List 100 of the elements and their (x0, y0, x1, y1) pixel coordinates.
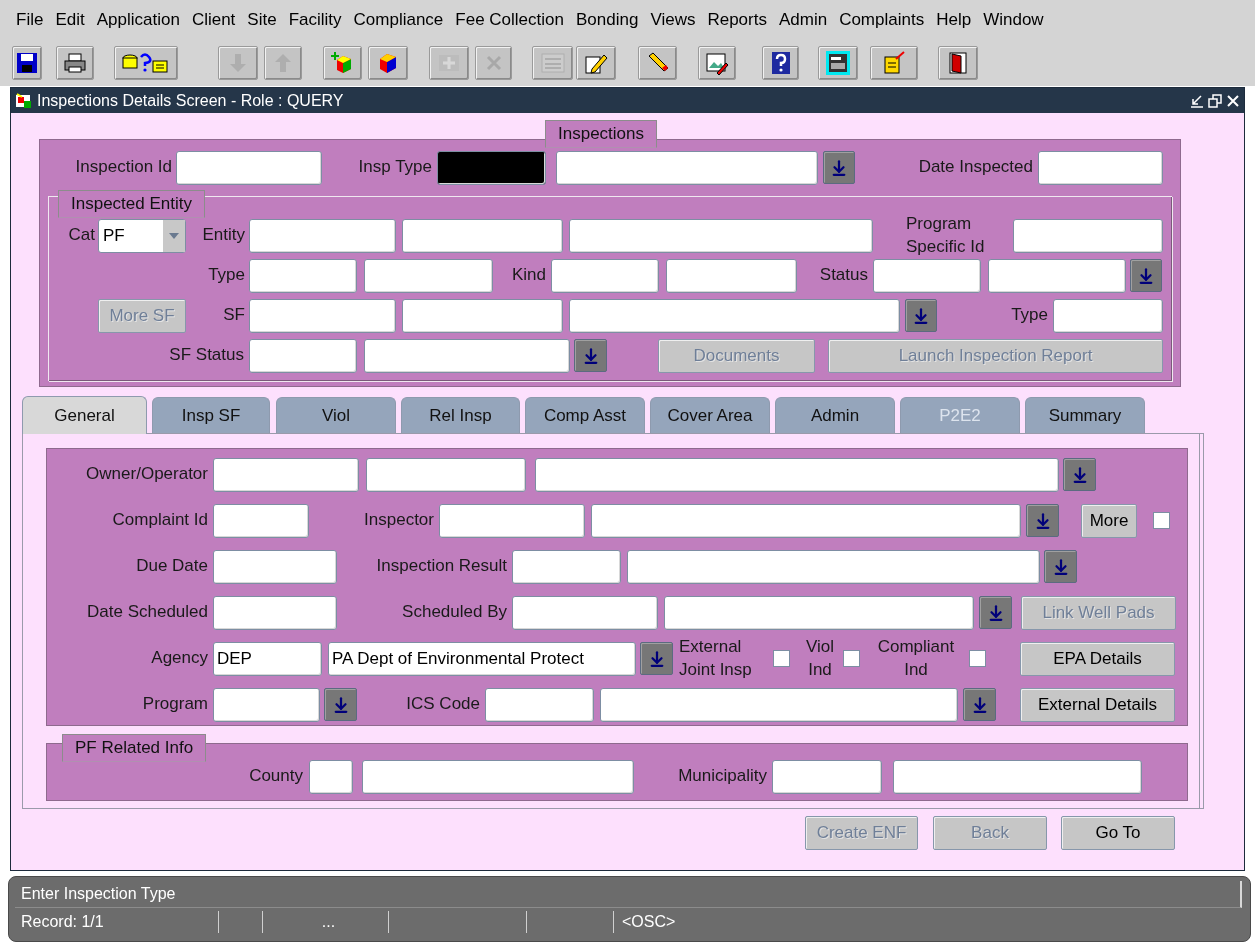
input-field[interactable] (213, 503, 309, 538)
lookup-button[interactable] (1026, 504, 1059, 537)
tab[interactable]: Insp SF (152, 397, 270, 433)
input-field[interactable] (485, 687, 594, 722)
input-field[interactable] (569, 218, 873, 253)
menu-item[interactable]: Admin (778, 10, 828, 30)
input-field[interactable] (1053, 298, 1163, 333)
input-field[interactable] (512, 549, 621, 584)
input-field[interactable] (1013, 218, 1163, 253)
input-field[interactable] (664, 595, 974, 630)
lookup-button[interactable] (905, 299, 937, 332)
lookup-button[interactable] (963, 688, 996, 721)
lookup-button[interactable] (979, 596, 1012, 629)
input-field[interactable] (569, 298, 900, 333)
lookup-button[interactable] (1130, 259, 1162, 292)
input-field[interactable]: PA Dept of Environmental Protect (328, 641, 636, 676)
tab[interactable]: Summary (1025, 397, 1145, 433)
lookup-button[interactable] (324, 688, 357, 721)
toolbar-button[interactable] (368, 46, 408, 80)
lookup-button[interactable] (640, 642, 673, 675)
menu-item[interactable]: Site (247, 10, 277, 30)
input-field[interactable]: DEP (213, 641, 322, 676)
input-field[interactable] (535, 457, 1059, 492)
input-field[interactable] (213, 595, 337, 630)
lookup-button[interactable] (823, 151, 855, 184)
toolbar-button[interactable] (56, 46, 94, 80)
checkbox[interactable] (1153, 512, 1170, 529)
input-field[interactable] (213, 457, 359, 492)
toolbar-button[interactable] (762, 46, 799, 80)
menu-item[interactable]: Application (96, 10, 180, 30)
input-field[interactable] (176, 150, 322, 185)
menu-item[interactable]: Bonding (576, 10, 639, 30)
close-icon[interactable] (1226, 93, 1240, 108)
action-button[interactable]: More (1081, 503, 1137, 538)
menu-item[interactable]: Help (936, 10, 972, 30)
lookup-button[interactable] (1044, 550, 1077, 583)
toolbar-button[interactable] (12, 46, 42, 80)
input-field[interactable] (512, 595, 658, 630)
minimize-icon[interactable] (1190, 93, 1204, 108)
input-field[interactable] (437, 150, 546, 185)
input-field[interactable] (556, 150, 818, 185)
action-button[interactable]: EPA Details (1020, 641, 1175, 676)
toolbar-button[interactable] (938, 46, 978, 80)
menu-item[interactable]: Edit (55, 10, 85, 30)
input-field[interactable] (213, 687, 320, 722)
toolbar-button[interactable] (818, 46, 858, 80)
input-field[interactable] (627, 549, 1040, 584)
menu-item[interactable]: Complaints (839, 10, 925, 30)
checkbox[interactable] (843, 650, 860, 667)
field-label: ICS Code (405, 693, 480, 716)
toolbar-button[interactable] (114, 46, 178, 80)
checkbox[interactable] (969, 650, 986, 667)
input-field[interactable] (364, 258, 493, 293)
tab[interactable]: Comp Asst (525, 397, 645, 433)
toolbar-button[interactable] (638, 46, 677, 80)
input-field[interactable] (591, 503, 1021, 538)
tab[interactable]: Rel Insp (401, 397, 520, 433)
input-field[interactable] (213, 549, 337, 584)
input-field[interactable] (873, 258, 981, 293)
lookup-button[interactable] (574, 339, 607, 372)
menu-item[interactable]: Facility (288, 10, 342, 30)
tab[interactable]: Cover Area (650, 397, 770, 433)
input-field[interactable] (402, 218, 563, 253)
input-field[interactable] (362, 759, 634, 794)
input-field[interactable] (309, 759, 353, 794)
input-field[interactable] (893, 759, 1142, 794)
input-field[interactable] (600, 687, 958, 722)
input-field[interactable] (666, 258, 797, 293)
checkbox[interactable] (773, 650, 790, 667)
menu-item[interactable]: Views (650, 10, 696, 30)
lookup-button[interactable] (1063, 458, 1096, 491)
restore-icon[interactable] (1208, 93, 1222, 108)
input-field[interactable] (364, 338, 570, 373)
menu-item[interactable]: Fee Collection (455, 10, 564, 30)
tab[interactable]: Viol (276, 397, 396, 433)
input-field[interactable] (439, 503, 585, 538)
field-label: SF (222, 304, 245, 327)
input-field[interactable] (249, 298, 396, 333)
input-field[interactable] (551, 258, 659, 293)
input-field[interactable] (249, 258, 357, 293)
input-field[interactable] (988, 258, 1126, 293)
field-label: SF Status (168, 344, 244, 367)
input-field[interactable] (366, 457, 526, 492)
menu-item[interactable]: File (16, 10, 44, 30)
tab[interactable]: Admin (775, 397, 895, 433)
combo-box[interactable]: PF (98, 218, 186, 253)
menu-item[interactable]: Client (191, 10, 236, 30)
toolbar-button[interactable] (576, 46, 616, 80)
input-field[interactable] (1038, 150, 1163, 185)
menu-item[interactable]: Compliance (353, 10, 444, 30)
input-field[interactable] (249, 338, 357, 373)
input-field[interactable] (402, 298, 563, 333)
input-field[interactable] (772, 759, 882, 794)
tab[interactable]: General (22, 396, 147, 434)
toolbar-button[interactable] (698, 46, 736, 80)
menu-item[interactable]: Window (983, 10, 1044, 30)
action-button[interactable]: External Details (1020, 687, 1175, 722)
action-button[interactable]: Go To (1061, 816, 1175, 850)
input-field[interactable] (249, 218, 396, 253)
menu-item[interactable]: Reports (707, 10, 767, 30)
